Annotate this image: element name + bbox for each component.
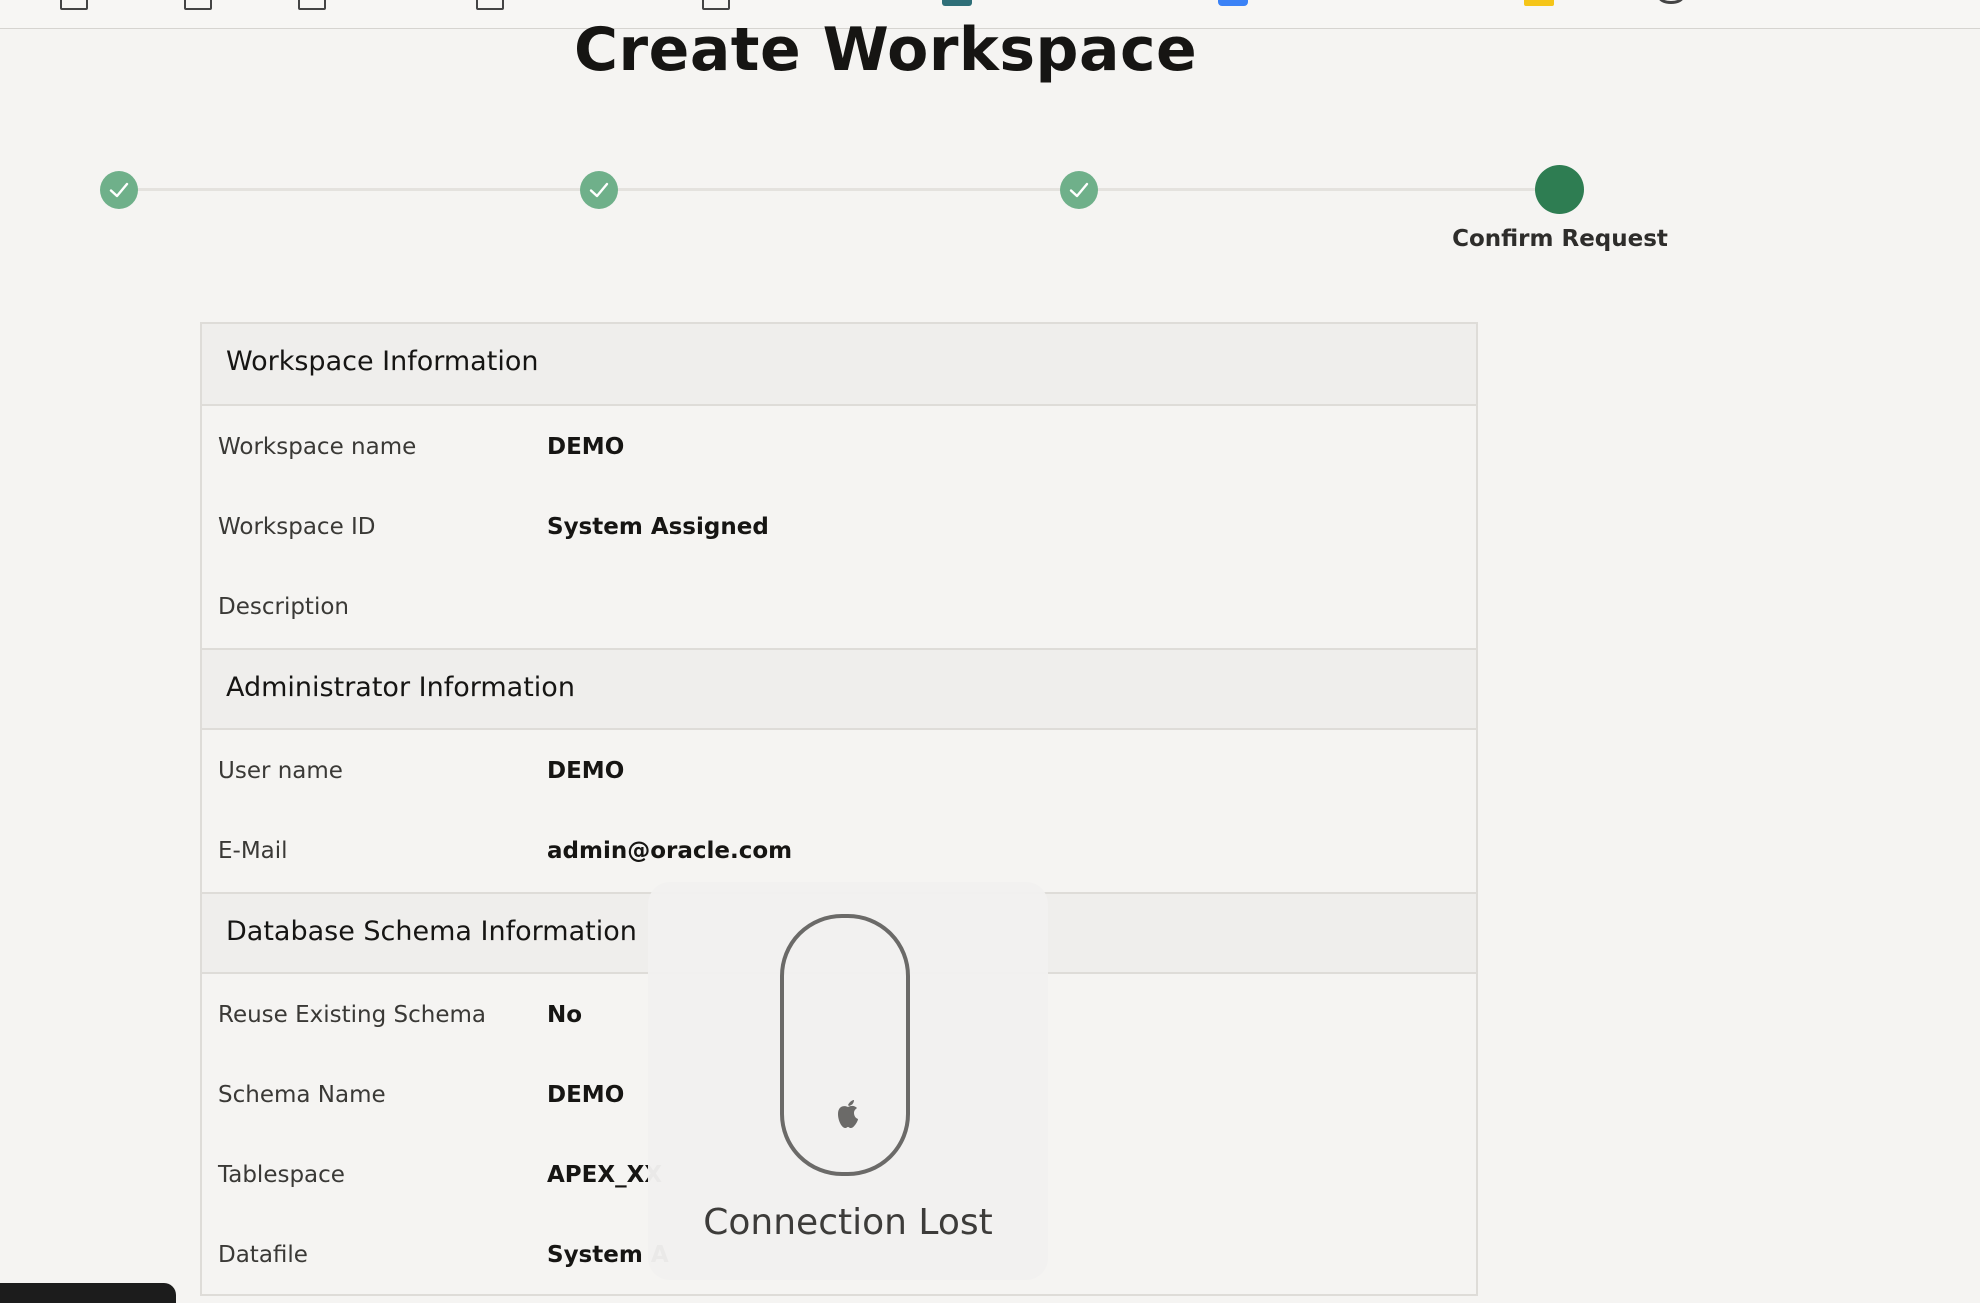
connection-lost-message: Connection Lost [703,1202,993,1243]
wizard-track [120,188,1560,191]
field-value: No [547,1002,583,1028]
wizard-step-2-completed[interactable] [580,171,618,209]
section-title: Database Schema Information [226,916,637,947]
field-label: User name [218,758,343,784]
field-value: DEMO [547,434,625,460]
summary-row-description: Description [202,570,1476,650]
section-header-administrator: Administrator Information [202,648,1476,730]
dock-edge [0,1283,176,1303]
bookmark-site-icon[interactable] [942,0,972,6]
bookmark-folder-icon[interactable] [60,0,88,10]
field-label: Schema Name [218,1082,386,1108]
bookmark-globe-icon[interactable] [1658,0,1684,4]
field-value: DEMO [547,758,625,784]
bookmark-site-icon[interactable] [1524,0,1554,6]
bookmark-site-icon[interactable] [1218,0,1248,6]
wizard-step-3-completed[interactable] [1060,171,1098,209]
connection-lost-overlay: Connection Lost [648,882,1048,1280]
bookmark-folder-icon[interactable] [476,0,504,10]
field-label: Reuse Existing Schema [218,1002,487,1028]
field-label: Workspace ID [218,514,376,540]
bookmark-folder-icon[interactable] [184,0,212,10]
apple-logo-icon [838,1100,858,1128]
field-label: Tablespace [218,1162,345,1188]
field-label: Description [218,594,349,620]
checkmark-icon [1069,182,1089,198]
summary-row-user-name: User name DEMO [202,734,1476,814]
section-title: Administrator Information [226,672,575,703]
section-title: Workspace Information [226,346,539,377]
wizard-step-1-completed[interactable] [100,171,138,209]
field-label: Workspace name [218,434,417,460]
section-header-workspace: Workspace Information [202,324,1476,406]
checkmark-icon [109,182,129,198]
summary-row-workspace-name: Workspace name DEMO [202,410,1476,490]
magic-mouse-icon [780,914,910,1176]
bookmark-folder-icon[interactable] [298,0,326,10]
checkmark-icon [589,182,609,198]
summary-row-workspace-id: Workspace ID System Assigned [202,490,1476,570]
field-value: admin@oracle.com [547,838,793,864]
field-value: System Assigned [547,514,769,540]
bookmark-folder-icon[interactable] [702,0,730,10]
page-title: Create Workspace [574,15,1198,85]
field-value: DEMO [547,1082,625,1108]
field-label: E-Mail [218,838,288,864]
wizard-step-4-current[interactable] [1535,165,1584,214]
field-value: APEX_XX [547,1162,663,1188]
field-label: Datafile [218,1242,308,1268]
wizard-current-step-label: Confirm Request [1452,226,1668,252]
